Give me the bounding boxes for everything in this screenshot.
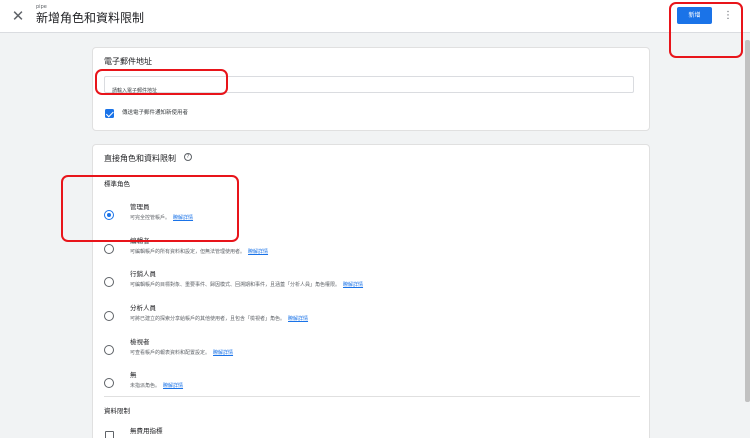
email-field-container: [104, 76, 634, 99]
no-cost-metrics-label: 無費用指標: [130, 427, 163, 435]
radio-admin[interactable]: [104, 210, 114, 220]
standard-roles-label: 標準角色: [104, 180, 130, 188]
notify-checkbox[interactable]: [105, 109, 114, 118]
learn-more-link[interactable]: 瞭解詳情: [213, 350, 233, 356]
role-option-marketer[interactable]: 行銷人員 可編輯帳戶的目標對象、重要事件、歸因模式、回溯期和事件，且涵蓋「分析人…: [93, 268, 651, 298]
role-name: 編輯者: [130, 237, 150, 245]
role-option-viewer[interactable]: 檢視者 可查看帳戶的報表資料和配置設定。 瞭解詳情: [93, 336, 651, 366]
radio-viewer[interactable]: [104, 345, 114, 355]
role-description: 可編輯帳戶的所有資料和設定，但無法管理使用者。 瞭解詳情: [130, 249, 269, 255]
help-icon[interactable]: ?: [184, 153, 192, 161]
learn-more-link[interactable]: 瞭解詳情: [163, 383, 183, 389]
role-option-admin[interactable]: 管理員 可完全控管帳戶。 瞭解詳情: [93, 201, 651, 231]
email-field[interactable]: [105, 83, 633, 99]
email-section-title: 電子郵件地址: [104, 57, 152, 66]
add-button[interactable]: 新增: [677, 7, 712, 24]
role-name: 行銷人員: [130, 270, 156, 278]
learn-more-link[interactable]: 瞭解詳情: [248, 249, 268, 255]
property-name: pipe: [36, 4, 47, 10]
section-divider: [104, 396, 640, 397]
role-description: 可完全控管帳戶。 瞭解詳情: [130, 215, 194, 221]
learn-more-link[interactable]: 瞭解詳情: [173, 215, 193, 221]
role-name: 無: [130, 371, 137, 379]
radio-analyst[interactable]: [104, 311, 114, 321]
data-restrictions-label: 資料限制: [104, 407, 130, 415]
role-description: 未指派角色。 瞭解詳情: [130, 383, 184, 389]
role-description: 可將已建立的探索分享給帳戶的其他使用者，且包含「檢視者」角色。 瞭解詳情: [130, 316, 309, 322]
role-name: 管理員: [130, 203, 150, 211]
role-option-none[interactable]: 無 未指派角色。 瞭解詳情: [93, 369, 651, 399]
page-title: 新增角色和資料限制: [36, 11, 145, 25]
radio-marketer[interactable]: [104, 277, 114, 287]
email-card: 電子郵件地址 傳送電子郵件通知新使用者: [92, 47, 650, 131]
role-description: 可查看帳戶的報表資料和配置設定。 瞭解詳情: [130, 350, 234, 356]
role-option-analyst[interactable]: 分析人員 可將已建立的探索分享給帳戶的其他使用者，且包含「檢視者」角色。 瞭解詳情: [93, 302, 651, 332]
role-name: 分析人員: [130, 304, 156, 312]
no-cost-metrics-checkbox[interactable]: [105, 431, 114, 438]
dialog-header: ✕ pipe 新增角色和資料限制 新增 ⋮: [0, 0, 750, 33]
learn-more-link[interactable]: 瞭解詳情: [288, 316, 308, 322]
more-options-icon[interactable]: ⋮: [722, 8, 734, 24]
close-icon[interactable]: ✕: [10, 8, 26, 24]
radio-none[interactable]: [104, 378, 114, 388]
role-name: 檢視者: [130, 338, 150, 346]
role-card: 直接角色和資料限制 ? 標準角色 管理員 可完全控管帳戶。 瞭解詳情 編輯者 可編…: [92, 144, 650, 438]
role-section-title: 直接角色和資料限制: [104, 154, 176, 163]
notify-label: 傳送電子郵件通知新使用者: [122, 110, 189, 116]
scrollbar[interactable]: [745, 40, 750, 402]
radio-editor[interactable]: [104, 244, 114, 254]
learn-more-link[interactable]: 瞭解詳情: [343, 282, 363, 288]
role-description: 可編輯帳戶的目標對象、重要事件、歸因模式、回溯期和事件，且涵蓋「分析人員」角色權…: [130, 282, 364, 288]
role-option-editor[interactable]: 編輯者 可編輯帳戶的所有資料和設定，但無法管理使用者。 瞭解詳情: [93, 235, 651, 265]
